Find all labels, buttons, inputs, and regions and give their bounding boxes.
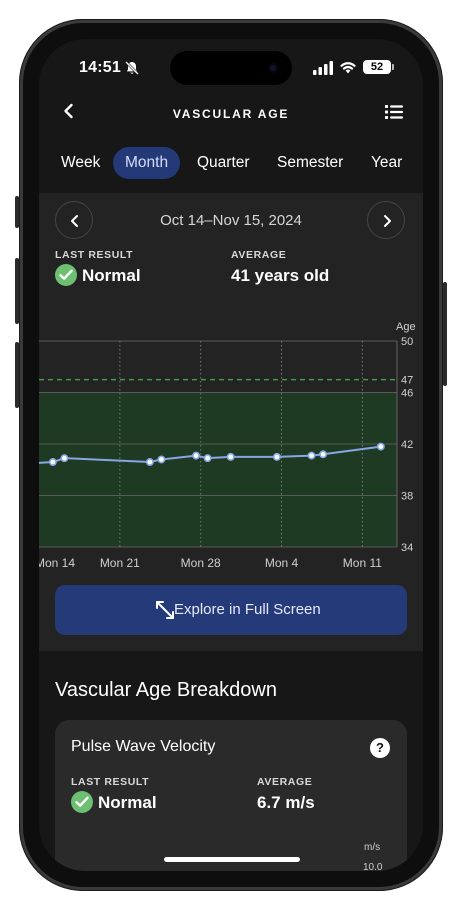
battery-indicator: 52 bbox=[363, 60, 394, 74]
average-label: AVERAGE bbox=[231, 249, 287, 261]
y-tick-label: 47 bbox=[401, 375, 413, 387]
page-title: VASCULAR AGE bbox=[172, 107, 290, 121]
tab-week[interactable]: Week bbox=[49, 147, 112, 179]
expand-arrows-icon bbox=[156, 601, 174, 619]
data-point bbox=[226, 452, 235, 461]
pwv-last-result-label: LAST RESULT bbox=[71, 776, 150, 788]
pwv-unit-label: m/s bbox=[364, 842, 381, 853]
pwv-average-value: 6.7 m/s bbox=[257, 793, 315, 812]
x-tick-label: Mon 21 bbox=[100, 556, 140, 569]
average-value: 41 years old bbox=[231, 266, 330, 285]
dynamic-island bbox=[170, 51, 292, 85]
vascular-age-chart: 50 4746 42 38 34 Age Mon 14 Mon 21 Mon 28 Mon 4 Mo… bbox=[39, 321, 416, 569]
pwv-first-tick: 10.0 bbox=[363, 862, 383, 871]
explore-full-screen-button[interactable]: Explore in Full Screen bbox=[55, 585, 407, 635]
data-point bbox=[376, 442, 385, 451]
wifi-icon bbox=[340, 62, 356, 74]
checkmark-icon bbox=[55, 264, 77, 286]
data-point bbox=[60, 454, 69, 463]
normal-range-band bbox=[39, 392, 397, 547]
y-tick-label: 38 bbox=[401, 491, 413, 503]
last-result-value: Normal bbox=[82, 266, 141, 285]
breakdown-title: Vascular Age Breakdown bbox=[55, 679, 277, 701]
x-tick-label: Mon 28 bbox=[181, 556, 221, 569]
camera-icon bbox=[268, 63, 278, 73]
y-tick-label: 34 bbox=[401, 542, 413, 554]
pwv-average-label: AVERAGE bbox=[257, 776, 313, 788]
data-point bbox=[203, 454, 212, 463]
vascular-age-card: Oct 14–Nov 15, 2024 LAST RESULT Normal A… bbox=[39, 193, 423, 651]
y-tick-label: 46 bbox=[401, 388, 413, 400]
next-period-button[interactable] bbox=[367, 201, 405, 239]
x-tick-label: Mon 14 bbox=[39, 556, 75, 569]
checkmark-icon bbox=[71, 791, 93, 813]
data-point bbox=[145, 458, 154, 467]
data-point bbox=[319, 450, 328, 459]
x-tick-label: Mon 11 bbox=[343, 556, 382, 569]
data-point bbox=[307, 451, 316, 460]
tab-year[interactable]: Year bbox=[359, 147, 414, 179]
date-range: Oct 14–Nov 15, 2024 bbox=[160, 212, 302, 229]
status-time: 14:51 bbox=[79, 59, 121, 76]
tab-semester[interactable]: Semester bbox=[265, 147, 355, 179]
period-tabs: Week Month Quarter Semester Year bbox=[39, 147, 423, 181]
y-tick-label: 50 bbox=[401, 336, 413, 348]
data-point bbox=[48, 458, 57, 467]
nav-bar: VASCULAR AGE bbox=[39, 95, 423, 135]
pwv-last-result-value: Normal bbox=[98, 793, 157, 812]
home-indicator[interactable] bbox=[164, 857, 300, 862]
tab-quarter[interactable]: Quarter bbox=[185, 147, 262, 179]
volume-up-button bbox=[15, 258, 19, 324]
bell-muted-icon bbox=[125, 61, 139, 75]
power-button bbox=[443, 282, 447, 386]
list-icon[interactable] bbox=[385, 103, 403, 121]
pulse-wave-velocity-card[interactable]: Pulse Wave Velocity ? LAST RESULT Normal… bbox=[55, 720, 407, 871]
data-point bbox=[272, 452, 281, 461]
app-screen: 14:51 52 VASCULAR AGE Week Month Quarter… bbox=[39, 39, 423, 871]
volume-down-button bbox=[15, 342, 19, 408]
chevron-right-icon bbox=[384, 215, 391, 227]
y-axis-label: Age bbox=[396, 321, 416, 333]
x-tick-label: Mon 4 bbox=[265, 556, 299, 569]
help-question-icon[interactable]: ? bbox=[370, 738, 390, 758]
pwv-title: Pulse Wave Velocity bbox=[71, 738, 216, 755]
data-point bbox=[157, 455, 166, 464]
action-button bbox=[15, 196, 19, 228]
last-result-label: LAST RESULT bbox=[55, 249, 134, 261]
tab-month[interactable]: Month bbox=[113, 147, 181, 179]
cellular-signal-icon bbox=[313, 61, 333, 75]
status-bar: 14:51 52 bbox=[39, 39, 423, 95]
y-tick-label: 42 bbox=[401, 439, 413, 451]
explore-full-screen-label: Explore in Full Screen bbox=[174, 601, 321, 618]
data-point bbox=[192, 451, 201, 460]
